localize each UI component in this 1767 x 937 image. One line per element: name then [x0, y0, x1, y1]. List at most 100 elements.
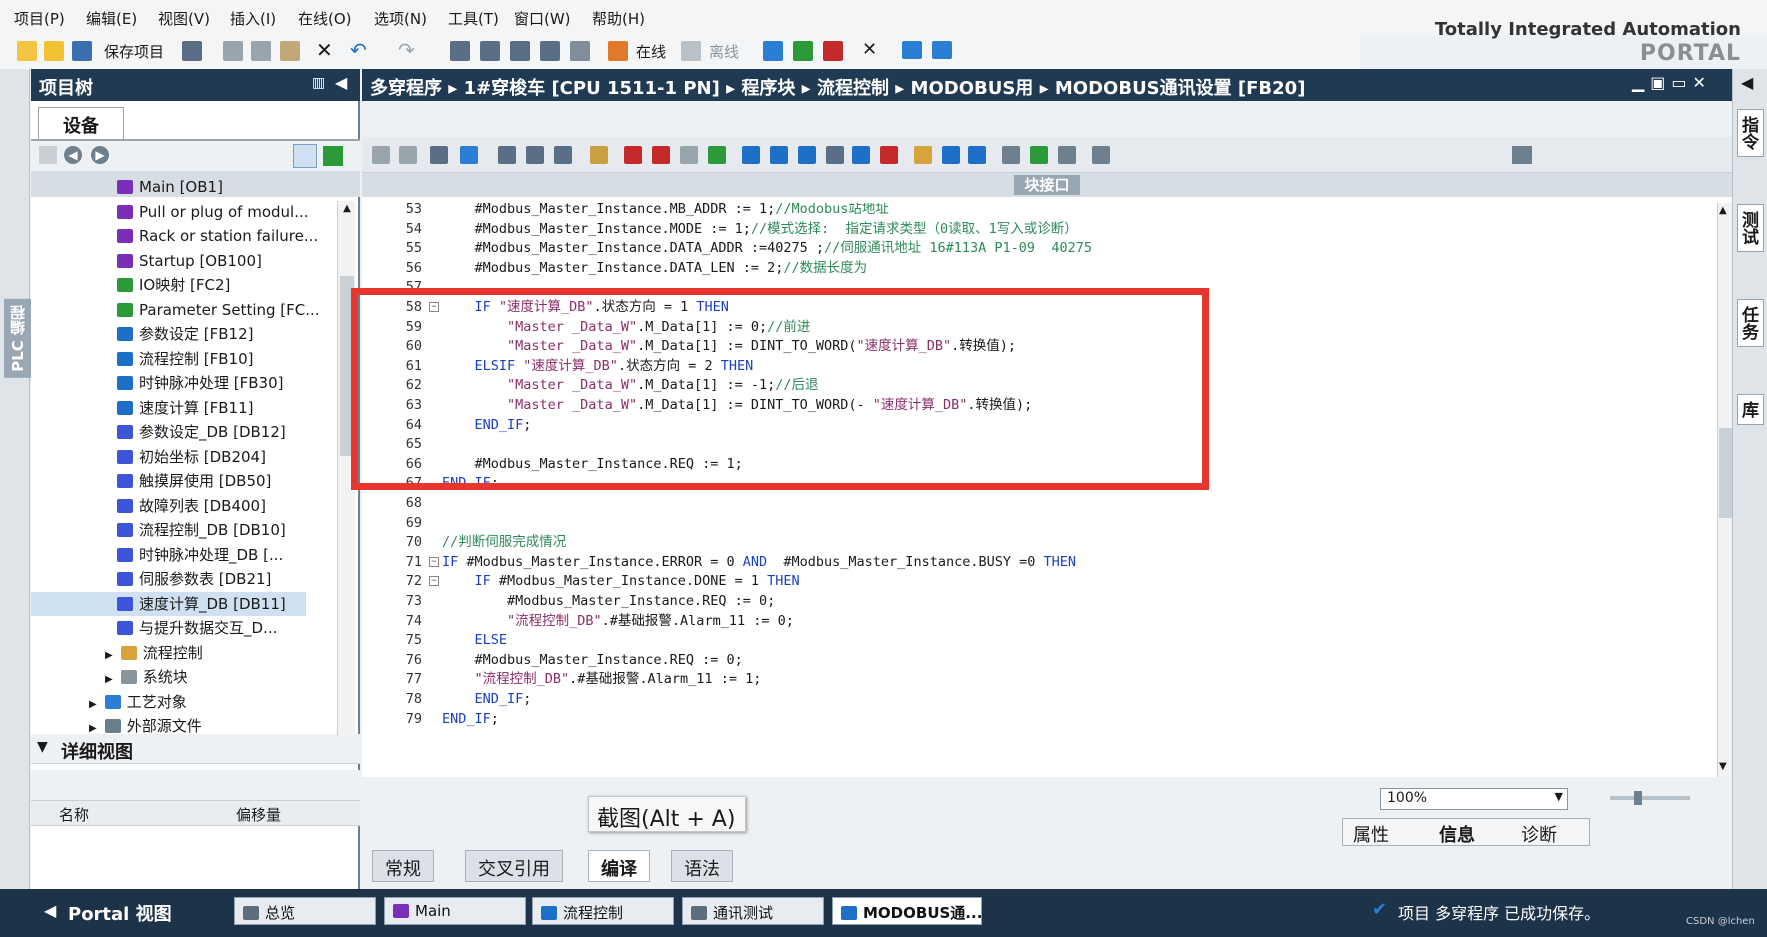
new-project-icon[interactable] — [17, 41, 37, 61]
breadcrumb-item[interactable]: 程序块 — [741, 78, 795, 99]
bottom-tab[interactable]: 交叉引用 — [465, 850, 563, 882]
editor-tool-icon[interactable] — [914, 146, 932, 164]
menu-item[interactable]: 编辑(E) — [86, 8, 137, 29]
menu-item[interactable]: 在线(O) — [298, 8, 352, 29]
undo-icon[interactable]: ↶ — [350, 38, 367, 62]
breadcrumb-item[interactable]: 1#穿梭车 [CPU 1511-1 PN] — [464, 78, 720, 99]
editor-tool-icon[interactable] — [526, 146, 544, 164]
menu-item[interactable]: 项目(P) — [14, 8, 65, 29]
editor-tool-icon[interactable] — [708, 146, 726, 164]
bottom-tab[interactable]: 语法 — [671, 850, 733, 882]
split-horizontal-icon[interactable] — [902, 41, 922, 59]
back-icon[interactable]: ◀ — [64, 146, 82, 164]
expand-arrow-icon[interactable]: ▶ — [89, 723, 97, 734]
breadcrumb-item[interactable]: 流程控制 — [817, 78, 889, 99]
tree-item[interactable]: 速度计算_DB [DB11] — [31, 591, 306, 616]
collapse-right-icon[interactable]: ◀ — [1741, 73, 1753, 92]
editor-tool-icon[interactable] — [498, 146, 516, 164]
scroll-down-icon[interactable]: ▼ — [1719, 761, 1727, 772]
tree-item[interactable]: Rack or station failure... — [31, 224, 318, 248]
tree-item[interactable]: Main [OB1] — [31, 175, 306, 199]
expand-arrow-icon[interactable]: ▶ — [105, 650, 113, 661]
editor-tool-icon[interactable] — [1030, 146, 1048, 164]
delete-icon[interactable]: ✕ — [316, 38, 333, 62]
breadcrumb-item[interactable]: 多穿程序 — [370, 78, 442, 99]
editor-tool-icon[interactable] — [1002, 146, 1020, 164]
editor-vertical-scrollbar[interactable]: ▲ ▼ — [1717, 203, 1732, 777]
devices-tab[interactable]: 设备 — [38, 107, 124, 139]
editor-task-button[interactable]: MODOBUS通... — [832, 897, 982, 925]
info-tab[interactable]: 信息 — [1439, 821, 1475, 847]
breadcrumb-item[interactable]: MODOBUS通讯设置 [FB20] — [1055, 78, 1306, 99]
tree-item[interactable]: 速度计算 [FB11] — [31, 396, 306, 420]
portal-view-button[interactable]: Portal 视图 — [68, 900, 172, 926]
portal-view-icon[interactable]: ◀ — [44, 901, 56, 920]
window-controls[interactable]: ▁▣▭✕ — [1632, 73, 1712, 92]
cut-icon[interactable] — [223, 41, 243, 61]
fold-toggle-icon[interactable]: − — [429, 576, 439, 587]
download-icon[interactable] — [480, 41, 500, 61]
print-icon[interactable] — [182, 41, 202, 61]
editor-tool-icon[interactable] — [430, 146, 448, 164]
plc-programming-tab[interactable]: PLC 编程 — [4, 299, 31, 378]
zoom-select[interactable]: 100% ▼ — [1380, 788, 1568, 810]
expand-arrow-icon[interactable]: ▶ — [105, 674, 113, 685]
close-tool-icon[interactable]: ✕ — [862, 39, 877, 60]
save-icon[interactable] — [72, 41, 92, 61]
go-online-button[interactable]: 在线 — [636, 41, 666, 62]
editor-tool-icon[interactable] — [590, 146, 608, 164]
stop-cpu-icon[interactable] — [823, 41, 843, 61]
simulation-icon[interactable] — [540, 41, 560, 61]
tree-item[interactable]: 伺服参数表 [DB21] — [31, 567, 306, 591]
editor-task-button[interactable]: 流程控制 — [532, 897, 674, 925]
editor-tool-icon[interactable] — [880, 146, 898, 164]
editor-task-button[interactable]: 总览 — [234, 897, 376, 925]
go-offline-button[interactable]: 离线 — [709, 41, 739, 62]
editor-tool-icon[interactable] — [460, 146, 478, 164]
scroll-thumb[interactable] — [1719, 428, 1732, 518]
pin-icon[interactable]: ▥ — [312, 75, 325, 91]
forward-icon[interactable]: ▶ — [91, 146, 109, 164]
editor-tool-icon[interactable] — [968, 146, 986, 164]
tree-item[interactable]: 流程控制_DB [DB10] — [31, 518, 306, 542]
bottom-tab[interactable]: 常规 — [372, 850, 434, 882]
tree-item[interactable]: 触摸屏使用 [DB50] — [31, 469, 306, 493]
editor-tool-icon[interactable] — [826, 146, 844, 164]
expand-detail-icon[interactable]: ▼ — [37, 739, 48, 755]
split-vertical-icon[interactable] — [932, 41, 952, 59]
upload-icon[interactable] — [510, 41, 530, 61]
editor-tool-icon[interactable] — [770, 146, 788, 164]
diagnostics-tab[interactable]: 诊断 — [1521, 821, 1557, 847]
list-view-icon[interactable] — [293, 144, 317, 168]
accessible-devices-icon[interactable] — [763, 41, 783, 61]
testing-tab[interactable]: 测试 — [1737, 204, 1764, 252]
tree-item[interactable]: Parameter Setting [FC... — [31, 298, 320, 322]
col-offset[interactable]: 偏移量 — [236, 804, 281, 825]
tree-item[interactable]: Startup [OB100] — [31, 249, 306, 273]
editor-tool-icon[interactable] — [742, 146, 760, 164]
menu-item[interactable]: 窗口(W) — [514, 8, 571, 29]
tree-item[interactable]: ▶ 外部源文件 — [31, 714, 306, 738]
editor-tool-icon[interactable] — [1092, 146, 1110, 164]
open-project-icon[interactable] — [44, 41, 64, 61]
tree-item[interactable]: ▶ 系统块 — [31, 665, 306, 689]
libraries-tab[interactable]: 库 — [1737, 394, 1764, 425]
properties-tab[interactable]: 属性 — [1353, 821, 1389, 847]
editor-tool-icon[interactable] — [680, 146, 698, 164]
menu-item[interactable]: 视图(V) — [158, 8, 210, 29]
tree-item[interactable]: 时钟脉冲处理 [FB30] — [31, 371, 306, 395]
menu-item[interactable]: 帮助(H) — [592, 8, 645, 29]
redo-icon[interactable]: ↷ — [398, 38, 415, 62]
save-project-button[interactable]: 保存项目 — [104, 41, 164, 62]
tree-item[interactable]: Pull or plug of modul... — [31, 200, 309, 224]
zoom-slider-handle[interactable] — [1634, 791, 1642, 805]
menu-item[interactable]: 工具(T) — [448, 8, 499, 29]
tree-item[interactable]: ▶ 流程控制 — [31, 641, 306, 665]
scroll-up-icon[interactable]: ▲ — [1719, 205, 1727, 216]
editor-task-button[interactable]: 通讯测试 — [682, 897, 824, 925]
go-online-icon[interactable] — [608, 41, 628, 61]
tree-item[interactable]: 初始坐标 [DB204] — [31, 445, 306, 469]
detail-view-header[interactable]: ▼ 详细视图 — [31, 736, 360, 764]
collapse-left-icon[interactable]: ◀ — [335, 73, 347, 92]
start-cpu-icon[interactable] — [793, 41, 813, 61]
